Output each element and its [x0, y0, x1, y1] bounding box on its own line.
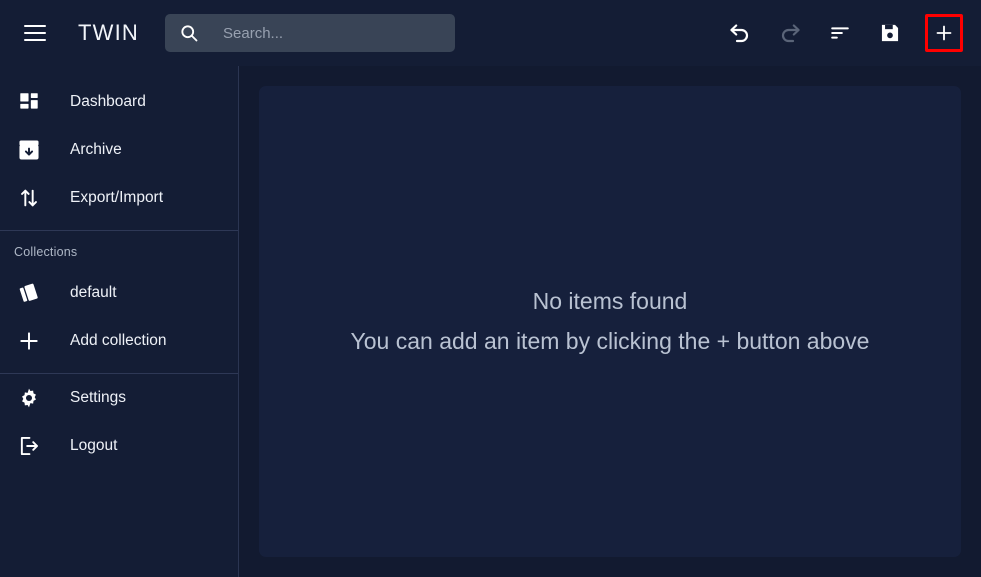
- app-root: TWIN Search... Dashboard Archive Export/…: [0, 0, 981, 577]
- archive-box-icon: [14, 137, 44, 163]
- gear-icon: [14, 385, 44, 411]
- sidebar-section-collections: Collections: [14, 245, 78, 259]
- plus-icon: [934, 23, 954, 43]
- arrows-up-down-icon: [14, 185, 44, 211]
- sort-button[interactable]: [825, 18, 855, 48]
- plus-icon: [14, 328, 44, 354]
- undo-button[interactable]: [725, 18, 755, 48]
- dashboard-grid-icon: [14, 89, 44, 115]
- sidebar-item-label: Archive: [70, 141, 122, 158]
- redo-icon: [778, 21, 802, 45]
- sidebar-item-dashboard[interactable]: Dashboard: [0, 78, 238, 126]
- body-row: Dashboard Archive Export/Import Collecti…: [0, 66, 981, 577]
- undo-icon: [728, 21, 752, 45]
- items-panel: No items found You can add an item by cl…: [259, 86, 961, 557]
- sidebar-add-collection[interactable]: Add collection: [0, 317, 238, 365]
- sidebar-collection-label: default: [70, 284, 117, 301]
- top-toolbar: TWIN: [0, 0, 981, 66]
- sidebar-collection-default[interactable]: default: [0, 269, 238, 317]
- hamburger-bar: [24, 39, 46, 41]
- redo-button[interactable]: [775, 18, 805, 48]
- search-input[interactable]: [223, 14, 442, 52]
- sidebar-item-label: Settings: [70, 389, 127, 406]
- sort-icon: [829, 22, 851, 44]
- search-box[interactable]: [165, 14, 456, 52]
- sidebar-item-logout[interactable]: Logout: [0, 422, 238, 470]
- sidebar-item-label: Logout: [70, 437, 118, 454]
- content-area: No items found You can add an item by cl…: [239, 66, 981, 577]
- hamburger-menu-icon[interactable]: [14, 12, 56, 54]
- logout-arrow-icon: [14, 433, 44, 459]
- sidebar: Dashboard Archive Export/Import Collecti…: [0, 66, 239, 577]
- cards-stack-icon: [14, 280, 44, 306]
- empty-state-title: No items found: [532, 288, 688, 315]
- save-icon: [879, 22, 901, 44]
- sidebar-item-export-import[interactable]: Export/Import: [0, 174, 238, 222]
- save-button[interactable]: [875, 18, 905, 48]
- app-title: TWIN: [78, 20, 140, 45]
- sidebar-item-archive[interactable]: Archive: [0, 126, 238, 174]
- sidebar-item-label: Export/Import: [70, 189, 164, 206]
- add-item-button[interactable]: [925, 14, 963, 52]
- sidebar-collection-label: Add collection: [70, 332, 167, 349]
- sidebar-item-label: Dashboard: [70, 93, 146, 110]
- hamburger-bar: [24, 25, 46, 27]
- empty-state-subtitle: You can add an item by clicking the + bu…: [350, 327, 870, 354]
- toolbar-actions: [725, 14, 963, 52]
- sidebar-item-settings[interactable]: Settings: [0, 374, 238, 422]
- search-icon: [179, 23, 199, 43]
- hamburger-bar: [24, 32, 46, 34]
